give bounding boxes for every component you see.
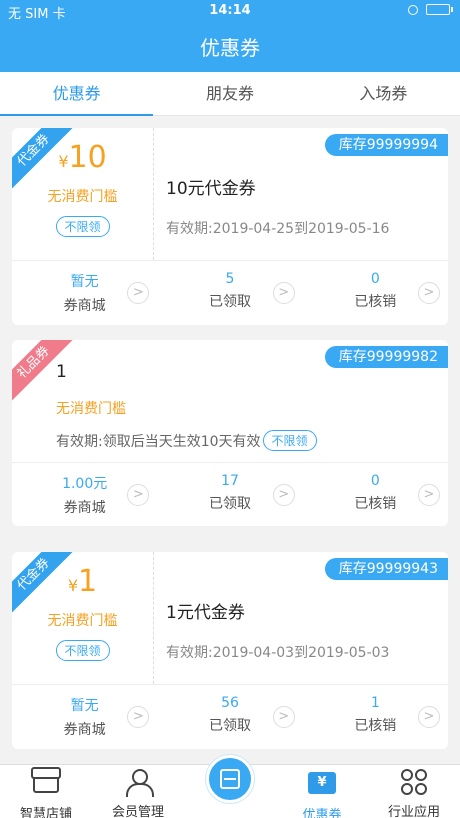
nav-industry-apps[interactable]: 行业应用 [368,765,460,818]
stock-badge: 库存99999982 [324,346,448,368]
coupon-stats: 暂无 券商城 > 56 已领取 > 1 已核销 > [12,684,448,748]
stat-redeemed[interactable]: 0 已核销 > [303,261,448,324]
stat-redeemed[interactable]: 0 已核销 > [303,463,448,526]
nav-member-management[interactable]: 会员管理 [92,765,184,818]
stat-coupon-mall[interactable]: 暂无 券商城 > [12,685,157,748]
coupon-list[interactable]: 代金券 库存99999994 ¥10 无消费门槛 不限领 10元代金券 有效期:… [0,116,460,761]
threshold-label: 无消费门槛 [56,401,126,417]
coupon-name: 1 [56,362,67,382]
apps-icon [401,769,427,795]
nav-coupons[interactable]: ¥ 优惠券 [276,765,368,818]
chevron-right-icon: > [417,706,440,728]
chevron-right-icon: > [272,282,295,304]
tab-friend-coupon[interactable]: 朋友券 [153,72,306,115]
chevron-right-icon: > [272,706,295,728]
chevron-right-icon: > [417,282,440,304]
scan-icon [220,769,240,789]
coupon-name: 10元代金券 [166,179,256,199]
unlimited-claim-badge: 不限领 [262,430,317,451]
stat-claimed[interactable]: 56 已领取 > [157,685,302,748]
unlimited-claim-badge: 不限领 [55,216,110,237]
validity-period: 有效期:2019-04-25到2019-05-16 [166,221,390,237]
chevron-right-icon: > [417,484,440,506]
coupon-amount: ¥10 [58,140,107,175]
coupon-card[interactable]: 礼品券 库存99999982 1 无消费门槛 有效期:领取后当天生效10天有效 … [12,340,448,526]
threshold-label: 无消费门槛 [47,613,118,629]
nav-smart-store[interactable]: 智慧店铺 [0,765,92,818]
stat-claimed[interactable]: 5 已领取 > [157,261,302,324]
page-title: 优惠券 [200,36,260,60]
stat-coupon-mall[interactable]: 暂无 券商城 > [12,261,157,324]
tab-coupon[interactable]: 优惠券 [0,72,154,116]
coupon-card[interactable]: 代金券 库存99999994 ¥10 无消费门槛 不限领 10元代金券 有效期:… [12,128,448,325]
member-icon [126,769,154,797]
stat-coupon-mall[interactable]: 1.00元 券商城 > [12,463,157,526]
clock: 14:14 [209,3,251,18]
chevron-right-icon: > [272,484,295,506]
status-bar: 无 SIM 卡 14:14 [0,0,460,22]
coupon-stats: 1.00元 券商城 > 17 已领取 > 0 已核销 > [12,462,448,526]
stock-badge: 库存99999994 [324,134,448,156]
coupon-stats: 暂无 券商城 > 5 已领取 > 0 已核销 > [12,260,448,324]
coupon-name: 1元代金券 [166,603,245,623]
stock-badge: 库存99999943 [324,558,448,580]
coupon-icon: ¥ [308,772,336,794]
scan-button[interactable] [206,755,254,803]
coupon-type-tabs: 优惠券 朋友券 入场券 [0,72,460,116]
orientation-lock-icon [408,4,418,15]
unlimited-claim-badge: 不限领 [55,640,110,661]
validity-period: 有效期:2019-04-03到2019-05-03 [166,645,390,661]
coupon-amount: ¥1 [67,564,98,599]
battery-icon [426,4,453,15]
tab-admission-ticket[interactable]: 入场券 [307,72,460,115]
validity-period: 有效期:领取后当天生效10天有效 [56,433,261,450]
app-header: 无 SIM 卡 14:14 优惠券 [0,0,460,72]
threshold-label: 无消费门槛 [47,189,118,205]
store-icon [31,767,61,793]
stat-redeemed[interactable]: 1 已核销 > [303,685,448,748]
stat-claimed[interactable]: 17 已领取 > [157,463,302,526]
coupon-card[interactable]: 代金券 库存99999943 ¥1 无消费门槛 不限领 1元代金券 有效期:20… [12,552,448,749]
